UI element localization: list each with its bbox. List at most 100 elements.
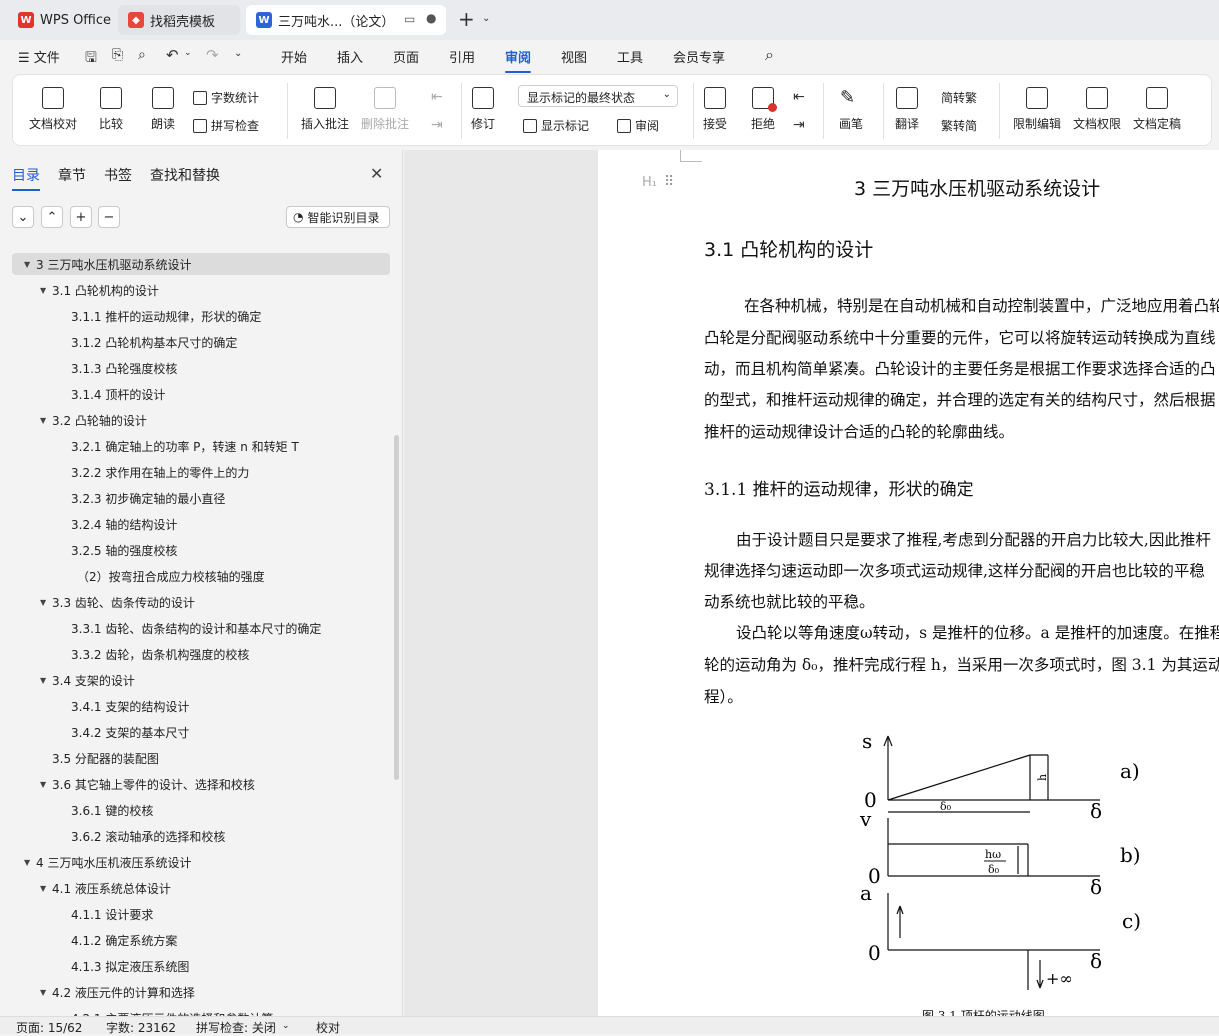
toc-item[interactable]: 3.4.1 支架的结构设计	[0, 695, 392, 717]
tab-chapters[interactable]: 章节	[58, 165, 86, 185]
next-change-icon[interactable]: ⇥	[793, 117, 805, 133]
spell-check-status[interactable]: 拼写检查: 关闭	[196, 1019, 276, 1036]
collapse-up-button[interactable]: ⌃	[41, 206, 63, 228]
next-comment-icon[interactable]: ⇥	[431, 117, 443, 133]
tab-bookmarks[interactable]: 书签	[104, 165, 132, 185]
accept-button[interactable]: 接受	[703, 87, 727, 132]
reject-button[interactable]: 拒绝	[751, 87, 777, 132]
finalize-button[interactable]: 文档定稿	[1133, 87, 1181, 132]
word-count-button[interactable]: 字数统计	[193, 89, 259, 106]
pen-button[interactable]: ✎ 画笔	[839, 87, 863, 132]
close-icon[interactable]: ✕	[370, 164, 383, 183]
undo-chevron-icon[interactable]: ⌄	[184, 48, 192, 58]
heading-marker-icon[interactable]: H₁	[642, 175, 657, 190]
toc-item[interactable]: ▼ 4.1 液压系统总体设计	[0, 877, 392, 899]
compare-button[interactable]: 比较	[99, 87, 123, 132]
doc-permission-button[interactable]: 文档权限	[1073, 87, 1121, 132]
toc-item[interactable]: ▼ 4.2 液压元件的计算和选择	[0, 981, 392, 1003]
expand-triangle-icon[interactable]: ▼	[40, 598, 52, 607]
toc-item[interactable]: 3.5 分配器的装配图	[0, 747, 392, 769]
toc-item[interactable]: ▼ 3.2 凸轮轴的设计	[0, 409, 392, 431]
tab-toc[interactable]: 目录	[12, 165, 40, 191]
file-menu[interactable]: ☰ 文件	[18, 47, 60, 66]
toc-scrollbar[interactable]	[394, 435, 399, 780]
show-markup-button[interactable]: 显示标记	[523, 117, 589, 134]
expand-triangle-icon[interactable]: ▼	[40, 416, 52, 425]
toc-item[interactable]: 3.1.1 推杆的运动规律，形状的确定	[0, 305, 392, 327]
spell-check-button[interactable]: 拼写检查	[193, 117, 259, 134]
translate-button[interactable]: 翻译	[895, 87, 919, 132]
toc-item[interactable]: ▼ 3.3 齿轮、齿条传动的设计	[0, 591, 392, 613]
save-icon[interactable]: 🖫	[85, 47, 97, 71]
drag-handle-icon[interactable]: ⠿	[664, 174, 674, 190]
toc-item[interactable]: 4.1.2 确定系统方案	[0, 929, 392, 951]
revise-button[interactable]: 修订	[471, 87, 495, 132]
toc-item[interactable]: 3.2.2 求作用在轴上的零件上的力	[0, 461, 392, 483]
review-pane-button[interactable]: 审阅	[617, 117, 659, 134]
toc-item[interactable]: 3.3.1 齿轮、齿条结构的设计和基本尺寸的确定	[0, 617, 392, 639]
to-simplified-button[interactable]: 繁转简	[941, 117, 977, 134]
unsaved-dot-icon[interactable]: ●	[426, 11, 436, 25]
menu-tools[interactable]: 工具	[617, 47, 643, 66]
toc-item[interactable]: 3.2.1 确定轴上的功率 P，转速 n 和转矩 T	[0, 435, 392, 457]
search-icon[interactable]: ⌕	[765, 45, 774, 65]
menu-membership[interactable]: 会员专享	[673, 47, 725, 66]
markup-state-select[interactable]: 显示标记的最终状态 ⌄	[518, 85, 678, 107]
toc-item[interactable]: ▼ 3.4 支架的设计	[0, 669, 392, 691]
toc-item[interactable]: ▼ 4 三万吨水压机液压系统设计	[0, 851, 392, 873]
delete-comment-button[interactable]: 删除批注	[361, 87, 409, 132]
toc-item[interactable]: ▼ 3.1 凸轮机构的设计	[0, 279, 392, 301]
menu-view[interactable]: 视图	[561, 47, 587, 66]
toc-item[interactable]: 3.2.3 初步确定轴的最小直径	[0, 487, 392, 509]
toc-item[interactable]: 3.2.4 轴的结构设计	[0, 513, 392, 535]
toc-item[interactable]: 3.6.2 滚动轴承的选择和校核	[0, 825, 392, 847]
prev-comment-icon[interactable]: ⇤	[431, 89, 443, 105]
toc-item[interactable]: 3.2.5 轴的强度校核	[0, 539, 392, 561]
undo-icon[interactable]: ↶	[166, 46, 179, 64]
toc-item[interactable]: 3.1.2 凸轮机构基本尺寸的确定	[0, 331, 392, 353]
toc-item[interactable]: 3.1.3 凸轮强度校核	[0, 357, 392, 379]
toc-item[interactable]: 4.2.1 主要液压元件的选择和参数计算	[0, 1007, 392, 1017]
toc-item[interactable]: ▼ 3 三万吨水压机驱动系统设计	[12, 253, 390, 275]
remove-heading-button[interactable]: −	[98, 206, 120, 228]
tab-template[interactable]: ◆ 找稻壳模板	[118, 5, 240, 35]
expand-triangle-icon[interactable]: ▼	[40, 884, 52, 893]
spell-chevron-icon[interactable]: ⌄	[282, 1021, 290, 1031]
proof-status[interactable]: 校对	[316, 1019, 340, 1036]
toc-item[interactable]: （2）按弯扭合成应力校核轴的强度	[0, 565, 392, 587]
expand-triangle-icon[interactable]: ▼	[40, 988, 52, 997]
monitor-icon[interactable]: ▭	[404, 12, 415, 26]
toc-item[interactable]: 3.6.1 键的校核	[0, 799, 392, 821]
expand-triangle-icon[interactable]: ▼	[40, 286, 52, 295]
page-indicator[interactable]: 页面: 15/62	[16, 1019, 82, 1036]
share-icon[interactable]: ⎘	[112, 47, 123, 63]
read-aloud-button[interactable]: 朗读	[151, 87, 175, 132]
toc-item[interactable]: 3.4.2 支架的基本尺寸	[0, 721, 392, 743]
redo-icon[interactable]: ↷	[206, 46, 219, 64]
tab-wps-office[interactable]: W WPS Office	[8, 5, 121, 35]
expand-triangle-icon[interactable]: ▼	[40, 780, 52, 789]
toc-item[interactable]: 3.1.4 顶杆的设计	[0, 383, 392, 405]
new-tab-chevron-icon[interactable]: ⌄	[482, 13, 490, 24]
new-tab-plus-icon[interactable]: +	[458, 9, 475, 29]
expand-triangle-icon[interactable]: ▼	[40, 676, 52, 685]
toc-item[interactable]: ▼ 3.6 其它轴上零件的设计、选择和校核	[0, 773, 392, 795]
prev-change-icon[interactable]: ⇤	[793, 89, 805, 105]
menu-insert[interactable]: 插入	[337, 47, 363, 66]
expand-triangle-icon[interactable]: ▼	[24, 858, 36, 867]
print-preview-icon[interactable]: ⌕	[138, 47, 146, 63]
menu-reference[interactable]: 引用	[449, 47, 475, 66]
insert-comment-button[interactable]: 插入批注	[301, 87, 349, 132]
collapse-down-button[interactable]: ⌄	[12, 206, 34, 228]
to-traditional-button[interactable]: 简转繁	[941, 89, 977, 106]
add-heading-button[interactable]: +	[70, 206, 92, 228]
smart-toc-button[interactable]: ◔ 智能识别目录	[286, 206, 390, 228]
menu-page[interactable]: 页面	[393, 47, 419, 66]
more-chevron-icon[interactable]: ⌄	[234, 48, 242, 59]
toc-item[interactable]: 3.3.2 齿轮，齿条机构强度的校核	[0, 643, 392, 665]
menu-review[interactable]: 审阅	[505, 47, 532, 73]
doc-check-button[interactable]: 文档校对	[29, 87, 77, 132]
expand-triangle-icon[interactable]: ▼	[24, 260, 36, 269]
word-count-status[interactable]: 字数: 23162	[106, 1019, 176, 1036]
toc-item[interactable]: 4.1.3 拟定液压系统图	[0, 955, 392, 977]
